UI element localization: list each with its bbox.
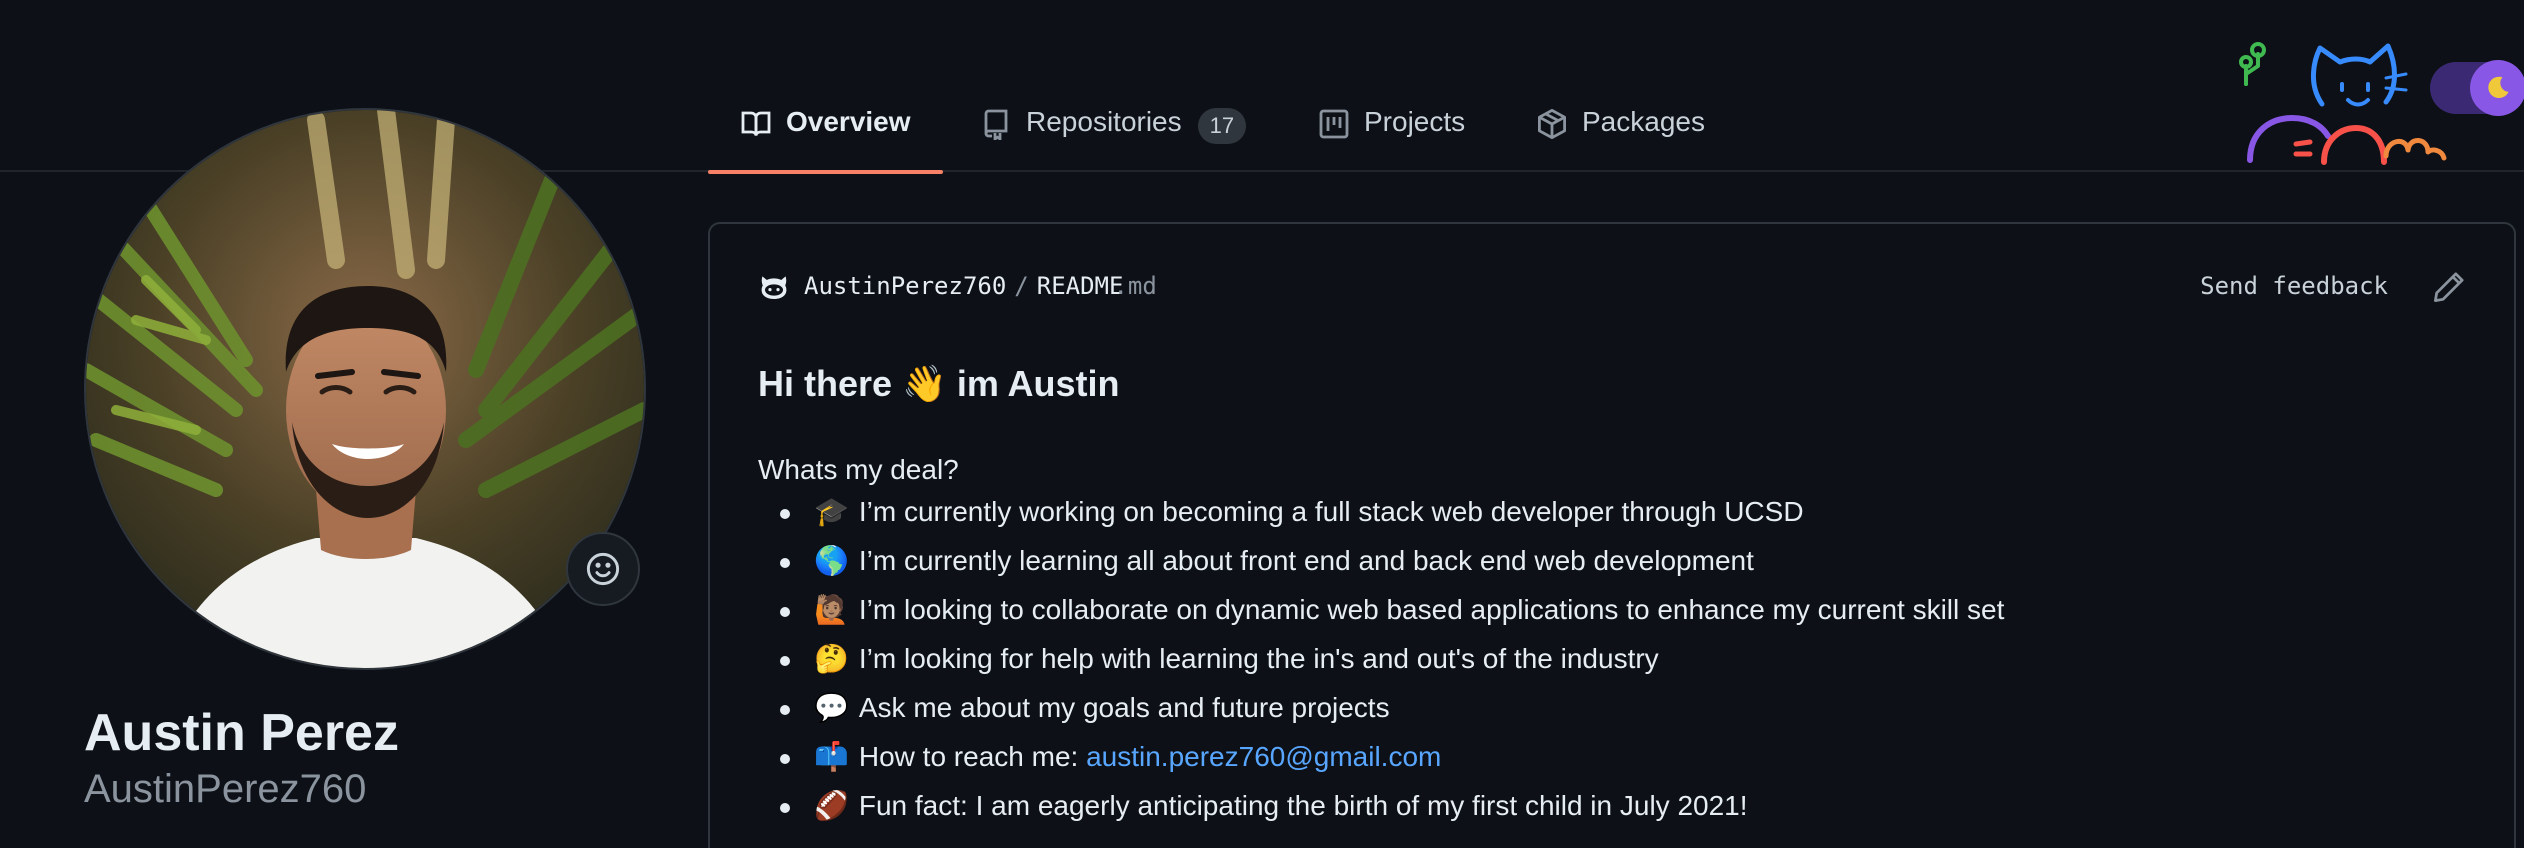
email-link[interactable]: austin.perez760@gmail.com [1086, 741, 1441, 772]
list-item: 🎓 I’m currently working on becoming a ful… [758, 494, 2004, 543]
octocat-illustration [2239, 42, 2447, 165]
set-status-button[interactable] [566, 532, 640, 606]
project-icon [1319, 109, 1349, 139]
readme-file-name: README [1036, 272, 1124, 300]
octocat-icon [761, 276, 787, 299]
repo-icon [984, 109, 1008, 140]
pencil-icon[interactable] [2432, 270, 2466, 304]
tab-overview[interactable]: Overview [708, 96, 942, 174]
readme-bullet-list: 🎓 I’m currently working on becoming a ful… [758, 494, 2004, 837]
list-item-text: Ask me about my goals and future project… [858, 692, 1390, 723]
list-item-text: I’m currently learning all about front e… [858, 545, 1754, 576]
list-item-text: I’m currently working on becoming a full… [858, 496, 1804, 527]
readme-heading: Hi there 👋 im Austin [758, 363, 1120, 405]
readme-intro-text: Whats my deal? [758, 454, 959, 485]
list-item-text: Fun fact: I am eagerly anticipating the … [858, 790, 1748, 821]
list-item: 🤔 I’m looking for help with learning the … [758, 641, 2004, 690]
avatar-container [84, 108, 646, 670]
speech-bubble-icon: 💬 [814, 692, 849, 723]
profile-username: AustinPerez760 [84, 767, 367, 811]
football-icon: 🏈 [814, 790, 849, 821]
tab-repositories[interactable]: Repositories 17 [980, 96, 1247, 172]
tab-projects[interactable]: Projects [1318, 96, 1465, 172]
readme-file-link[interactable]: README.md [1037, 272, 1157, 300]
globe-icon: 🌎 [814, 545, 849, 576]
list-item-text: How to reach me: [858, 741, 1087, 772]
package-icon [1538, 109, 1566, 139]
thinking-face-icon: 🤔 [814, 643, 849, 674]
readme-owner-link[interactable]: AustinPerez760 [804, 272, 1006, 300]
raising-hand-icon: 🙋🏽 [814, 594, 849, 625]
mailbox-icon: 📫 [814, 741, 849, 772]
tab-overview-label: Overview [786, 106, 911, 137]
toggle-knob [2470, 60, 2524, 116]
path-separator: / [1014, 272, 1029, 300]
tab-packages-label: Packages [1582, 106, 1705, 137]
profile-page: Overview Repositories 17 Projects Packag… [0, 0, 2524, 848]
avatar[interactable] [84, 108, 646, 670]
list-item: 💬 Ask me about my goals and future projec… [758, 690, 2004, 739]
repositories-count-badge: 17 [1197, 108, 1247, 144]
list-item: 📫 How to reach me: austin.perez760@gmail.… [758, 739, 2004, 788]
tab-projects-label: Projects [1364, 106, 1466, 137]
readme-card: AustinPerez760 / README.md Send feedback… [708, 222, 2516, 848]
list-item-text: I’m looking for help with learning the i… [858, 643, 1659, 674]
graduation-cap-icon: 🎓 [814, 496, 849, 527]
profile-full-name: Austin Perez [84, 704, 399, 762]
book-icon [741, 111, 771, 136]
theme-toggle[interactable] [2430, 60, 2524, 116]
moon-icon [2488, 76, 2509, 99]
tab-repositories-label: Repositories [1026, 106, 1182, 137]
profile-photo [86, 110, 644, 668]
smiley-icon [586, 552, 620, 586]
list-item: 🙋🏽 I’m looking to collaborate on dynamic … [758, 592, 2004, 641]
readme-path: AustinPerez760 / README.md [758, 270, 1157, 302]
list-item: 🌎 I’m currently learning all about front … [758, 543, 2004, 592]
readme-file-ext: .md [1113, 272, 1157, 300]
send-feedback-link[interactable]: Send feedback [2200, 272, 2388, 300]
tab-packages[interactable]: Packages [1536, 96, 1705, 172]
list-item: 🏈 Fun fact: I am eagerly anticipating the… [758, 788, 2004, 837]
list-item-text: I’m looking to collaborate on dynamic we… [858, 594, 2005, 625]
